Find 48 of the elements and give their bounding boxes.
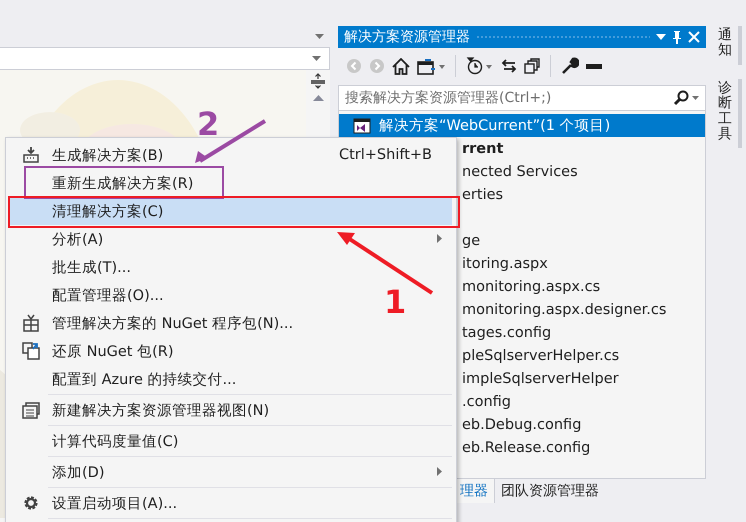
submenu-arrow-icon	[437, 467, 442, 476]
panel-title: 解决方案资源管理器	[344, 28, 470, 46]
panel-tab[interactable]: 团队资源管理器	[494, 479, 605, 503]
menu-item[interactable]: 配置到 Azure 的持续交付...	[30, 365, 240, 393]
package-icon	[22, 314, 40, 332]
step-number: 1	[384, 286, 406, 318]
menu-item[interactable]: 新建解决方案资源管理器视图(N)	[10, 396, 274, 424]
folder-sync-icon[interactable]	[417, 57, 445, 75]
shortcut-text: Ctrl+Shift+B	[338, 147, 433, 163]
dropdown-field[interactable]	[0, 47, 330, 70]
gear-icon	[22, 494, 40, 512]
caret-icon[interactable]	[312, 56, 321, 61]
wrench-icon[interactable]	[561, 57, 579, 75]
menu-item[interactable]: 设置启动项目(A)...	[10, 489, 182, 517]
caret-icon[interactable]	[315, 34, 324, 39]
step-number: 2	[197, 108, 220, 140]
menu-item[interactable]: 批生成(T)...	[30, 253, 135, 281]
search-icon[interactable]	[673, 90, 699, 106]
splitter-icon[interactable]	[310, 73, 326, 89]
panel-tab[interactable]: 理器	[454, 479, 494, 503]
restore-icon	[22, 342, 40, 360]
caret-icon[interactable]	[656, 34, 666, 40]
side-tab[interactable]: 通知	[712, 26, 742, 65]
collapse-icon[interactable]	[586, 62, 602, 70]
search-box[interactable]: 搜索解决方案资源管理器(Ctrl+;)	[338, 85, 706, 111]
build-icon	[22, 146, 40, 164]
menu-item[interactable]: 管理解决方案的 NuGet 程序包(N)...	[10, 309, 298, 337]
windows-icon	[22, 401, 40, 419]
scroll-up-icon[interactable]	[312, 95, 324, 101]
home-icon[interactable]	[392, 58, 410, 74]
windows-icon[interactable]	[524, 58, 540, 74]
pin-icon[interactable]	[672, 30, 682, 44]
menu-item[interactable]: 计算代码度量值(C)	[30, 427, 182, 455]
side-tab[interactable]: 诊断工具	[712, 78, 742, 148]
menu-item[interactable]: 清理解决方案(C)	[10, 197, 452, 225]
close-icon[interactable]	[688, 31, 700, 43]
menu-item[interactable]: 重新生成解决方案(R)	[30, 169, 198, 197]
tree-item[interactable]: 解决方案“WebCurrent”(1 个项目)	[339, 114, 705, 137]
search-field[interactable]: 搜索解决方案资源管理器(Ctrl+;)	[345, 90, 669, 106]
menu-item[interactable]: 分析(A)	[10, 225, 452, 253]
sync-icon[interactable]	[501, 58, 517, 74]
menu-item[interactable]: 配置管理器(O)...	[30, 281, 168, 309]
submenu-arrow-icon	[437, 234, 442, 243]
menu-item[interactable]: 生成解决方案(B) Ctrl+Shift+B	[10, 141, 452, 169]
menu-item[interactable]: 还原 NuGet 包(R)	[10, 337, 178, 365]
history-icon[interactable]	[466, 57, 494, 75]
solution-icon	[353, 118, 371, 134]
menu-item[interactable]: 添加(D)	[10, 458, 452, 486]
